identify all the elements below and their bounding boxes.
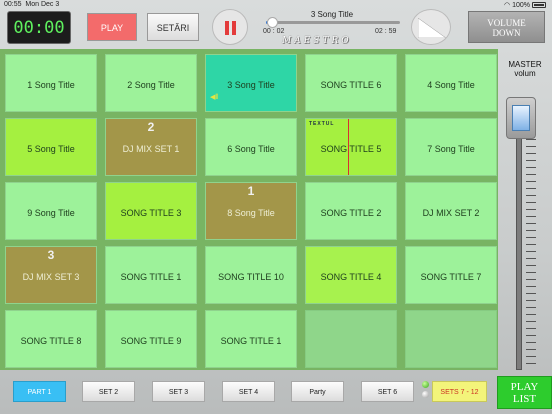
- song-grid: 1 Song Title 2 Song Title ◀⦀ 3 Song Title SO…: [0, 49, 498, 370]
- sets-range-button[interactable]: SETS 7 - 12: [432, 381, 487, 402]
- master-volume-track[interactable]: [516, 123, 522, 370]
- song-tile[interactable]: 4 Song Title: [405, 54, 497, 112]
- tile-label: 8 Song Title: [227, 208, 275, 218]
- set-button-4[interactable]: SET 4: [222, 381, 275, 402]
- song-tile[interactable]: SONG TITLE 1: [105, 246, 197, 304]
- song-tile[interactable]: 3 DJ MIX SET 3: [5, 246, 97, 304]
- tile-label: 5 Song Title: [27, 144, 75, 154]
- tile-label: SONG TITLE 7: [420, 272, 482, 282]
- volume-down-label-2: DOWN: [492, 28, 521, 38]
- tile-label: DJ MIX SET 3: [22, 272, 80, 282]
- clock: 00:55: [4, 1, 22, 8]
- song-tile[interactable]: SONG TITLE 2: [305, 182, 397, 240]
- volume-ramp-icon: [418, 18, 446, 38]
- settings-button[interactable]: SETĂRI: [147, 13, 199, 41]
- volume-ramp-button[interactable]: [411, 9, 451, 45]
- set-button-1[interactable]: PART 1: [13, 381, 66, 402]
- master-volume-ticks: [526, 125, 536, 367]
- tile-label: 2 Song Title: [127, 80, 175, 90]
- tile-label: DJ MIX SET 1: [122, 144, 180, 154]
- set-bar: PART 1 SET 2 SET 3 SET 4 Party SET 6 SETS 7 - …: [0, 376, 552, 414]
- song-tile[interactable]: 6 Song Title: [205, 118, 297, 176]
- status-bar: 00:55 Mon Dec 3 ◠ 100%: [0, 0, 552, 10]
- playlist-button[interactable]: PLAY LIST: [497, 376, 552, 409]
- song-tile[interactable]: SONG TITLE 3: [105, 182, 197, 240]
- tile-label: SONG TITLE 1: [120, 272, 182, 282]
- wifi-icon: ◠: [504, 2, 511, 9]
- set-button-6[interactable]: SET 6: [361, 381, 414, 402]
- tile-overlay-text: TEXTUL: [309, 121, 335, 127]
- elapsed-timer: 00:00: [7, 11, 71, 44]
- battery-icon: [532, 2, 546, 9]
- tile-label: 3 Song Title: [227, 80, 275, 90]
- song-tile[interactable]: ◀⦀ 3 Song Title: [205, 54, 297, 112]
- tile-queue-number: 3: [47, 248, 55, 262]
- tile-label: 6 Song Title: [227, 144, 275, 154]
- progress-knob[interactable]: [266, 17, 278, 28]
- tile-label: SONG TITLE 6: [320, 80, 382, 90]
- volume-down-label-1: VOLUME: [487, 18, 526, 28]
- now-playing-title: 3 Song Title: [310, 10, 354, 19]
- set-button-3[interactable]: SET 3: [152, 381, 205, 402]
- playlist-label-2: LIST: [512, 393, 537, 405]
- set-button-2[interactable]: SET 2: [82, 381, 135, 402]
- song-tile[interactable]: 2 Song Title: [105, 54, 197, 112]
- pause-icon: [225, 21, 229, 35]
- tile-label: 7 Song Title: [427, 144, 475, 154]
- master-volume-label: MASTER volum: [498, 60, 552, 78]
- song-tile[interactable]: SONG TITLE 8: [5, 310, 97, 368]
- volume-down-button[interactable]: VOLUME DOWN: [468, 11, 545, 43]
- play-button[interactable]: PLAY: [87, 13, 137, 41]
- song-tile[interactable]: 7 Song Title: [405, 118, 497, 176]
- master-label-line-2: volum: [514, 69, 536, 78]
- pause-button[interactable]: [212, 9, 248, 45]
- tile-label: SONG TITLE 4: [320, 272, 382, 282]
- tile-label: SONG TITLE 3: [120, 208, 182, 218]
- indicator-led-on: [422, 381, 429, 388]
- set-button-5[interactable]: Party: [291, 381, 344, 402]
- tile-label: SONG TITLE 10: [218, 272, 284, 282]
- song-tile[interactable]: TEXTUL SONG TITLE 5: [305, 118, 397, 176]
- speaker-icon: ◀⦀: [210, 94, 219, 101]
- empty-tile[interactable]: [305, 310, 397, 368]
- time-elapsed: 00 : 02: [263, 28, 285, 35]
- tile-queue-number: 2: [147, 120, 155, 134]
- tile-label: 4 Song Title: [427, 80, 475, 90]
- song-tile[interactable]: 1 Song Title: [5, 54, 97, 112]
- song-tile[interactable]: 9 Song Title: [5, 182, 97, 240]
- song-tile[interactable]: 1 8 Song Title: [205, 182, 297, 240]
- song-tile[interactable]: 5 Song Title: [5, 118, 97, 176]
- tile-label: 9 Song Title: [27, 208, 75, 218]
- song-tile[interactable]: 2 DJ MIX SET 1: [105, 118, 197, 176]
- tile-label: DJ MIX SET 2: [422, 208, 480, 218]
- master-volume-knob[interactable]: [506, 97, 536, 140]
- song-tile[interactable]: SONG TITLE 6: [305, 54, 397, 112]
- master-label-line-1: MASTER: [508, 60, 542, 69]
- song-tile[interactable]: SONG TITLE 9: [105, 310, 197, 368]
- tile-label: SONG TITLE 5: [320, 144, 382, 154]
- tile-label: SONG TITLE 9: [120, 336, 182, 346]
- progress-bar[interactable]: [266, 17, 400, 28]
- time-remaining: 02 : 59: [375, 28, 397, 35]
- song-tile[interactable]: SONG TITLE 4: [305, 246, 397, 304]
- playlist-label-1: PLAY: [510, 381, 539, 393]
- song-tile[interactable]: SONG TITLE 10: [205, 246, 297, 304]
- song-tile[interactable]: SONG TITLE 1: [205, 310, 297, 368]
- tile-label: SONG TITLE 1: [220, 336, 282, 346]
- song-tile[interactable]: DJ MIX SET 2: [405, 182, 497, 240]
- tile-label: SONG TITLE 8: [20, 336, 82, 346]
- battery-text: 100%: [512, 2, 530, 9]
- tile-label: SONG TITLE 2: [320, 208, 382, 218]
- indicator-led-off: [422, 391, 429, 398]
- tile-queue-number: 1: [247, 184, 255, 198]
- date: Mon Dec 3: [25, 1, 60, 8]
- tile-label: 1 Song Title: [27, 80, 75, 90]
- song-tile[interactable]: SONG TITLE 7: [405, 246, 497, 304]
- empty-tile[interactable]: [405, 310, 497, 368]
- app-logo: MAESTRO: [282, 36, 352, 46]
